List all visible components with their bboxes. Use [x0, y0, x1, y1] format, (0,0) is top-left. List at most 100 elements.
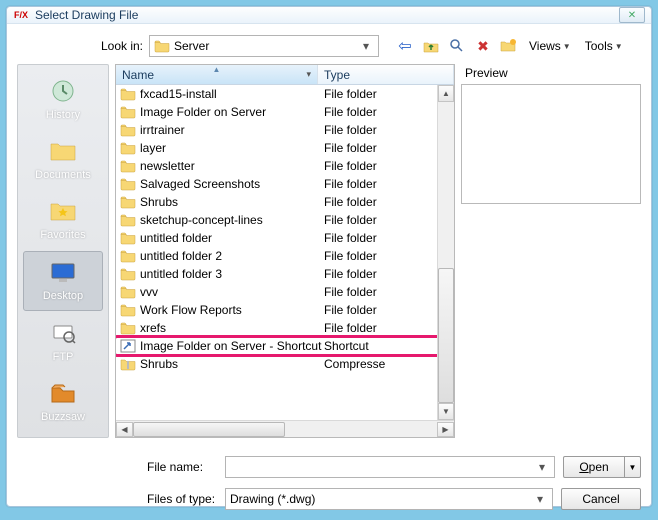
scroll-right-icon[interactable]: ▶ — [437, 422, 454, 437]
folder-icon — [154, 39, 170, 53]
list-item[interactable]: Salvaged ScreenshotsFile folder — [116, 175, 454, 193]
folder-icon — [120, 249, 136, 263]
titlebar[interactable]: F/X Select Drawing File ✕ — [7, 7, 651, 24]
chevron-down-icon: ▾ — [306, 69, 311, 80]
chevron-down-icon: ▾ — [358, 39, 374, 53]
dialog-window: F/X Select Drawing File ✕ Look in: Serve… — [6, 6, 652, 507]
search-icon[interactable] — [447, 36, 467, 56]
column-header-name[interactable]: Name ▲ ▾ — [116, 65, 318, 84]
folder-icon — [120, 141, 136, 155]
folder-icon — [120, 123, 136, 137]
scrollbar-thumb[interactable] — [438, 268, 454, 403]
lookin-label: Look in: — [87, 39, 143, 53]
ftp-icon — [47, 317, 79, 349]
file-list[interactable]: Name ▲ ▾ Type fxcad15-installFile folder… — [115, 64, 455, 438]
scroll-down-icon[interactable]: ▼ — [438, 403, 454, 420]
folder-icon — [120, 105, 136, 119]
open-dropdown[interactable]: ▼ — [625, 456, 641, 478]
filetype-combo[interactable]: Drawing (*.dwg) ▾ — [225, 488, 553, 510]
file-name: untitled folder 3 — [140, 267, 322, 281]
folder-icon — [120, 303, 136, 317]
close-icon[interactable]: ✕ — [619, 7, 645, 23]
horizontal-scrollbar[interactable]: ◀ ▶ — [116, 420, 454, 437]
list-item[interactable]: ShrubsCompresse — [116, 355, 454, 373]
sidebar-item-documents[interactable]: Documents — [23, 131, 103, 189]
chevron-down-icon: ▾ — [532, 492, 548, 506]
sidebar-item-buzzsaw[interactable]: Buzzsaw — [23, 373, 103, 431]
delete-icon[interactable]: ✖ — [473, 36, 493, 56]
list-item[interactable]: Work Flow ReportsFile folder — [116, 301, 454, 319]
places-sidebar: History Documents Favorites Desktop FTP — [17, 64, 109, 438]
list-item[interactable]: Image Folder on Server - ShortcutShortcu… — [116, 337, 454, 355]
list-item[interactable]: irrtrainerFile folder — [116, 121, 454, 139]
list-item[interactable]: layerFile folder — [116, 139, 454, 157]
list-item[interactable]: xrefsFile folder — [116, 319, 454, 337]
scroll-up-icon[interactable]: ▲ — [438, 85, 454, 102]
file-name: vvv — [140, 285, 322, 299]
list-item[interactable]: ShrubsFile folder — [116, 193, 454, 211]
vertical-scrollbar[interactable]: ▲ ▼ — [437, 85, 454, 420]
column-header-type[interactable]: Type — [318, 65, 454, 84]
list-item[interactable]: Image Folder on ServerFile folder — [116, 103, 454, 121]
list-item[interactable]: untitled folderFile folder — [116, 229, 454, 247]
shortcut-icon — [120, 339, 136, 353]
file-name: sketchup-concept-lines — [140, 213, 322, 227]
file-type: File folder — [322, 105, 377, 119]
sidebar-item-favorites[interactable]: Favorites — [23, 191, 103, 249]
tools-menu[interactable]: Tools▼ — [581, 37, 627, 55]
open-button[interactable]: Open — [563, 456, 625, 478]
back-icon[interactable]: ⇦ — [395, 36, 415, 56]
list-item[interactable]: vvvFile folder — [116, 283, 454, 301]
file-type: File folder — [322, 177, 377, 191]
file-type: File folder — [322, 231, 377, 245]
list-item[interactable]: fxcad15-installFile folder — [116, 85, 454, 103]
scrollbar-thumb[interactable] — [133, 422, 285, 437]
history-icon — [47, 75, 79, 107]
views-menu[interactable]: Views▼ — [525, 37, 575, 55]
folder-icon — [120, 177, 136, 191]
folder-icon — [120, 159, 136, 173]
list-item[interactable]: untitled folder 3File folder — [116, 265, 454, 283]
up-icon[interactable] — [421, 36, 441, 56]
list-item[interactable]: sketchup-concept-linesFile folder — [116, 211, 454, 229]
filename-label: File name: — [17, 460, 217, 474]
chevron-down-icon: ▾ — [534, 460, 550, 474]
file-type: File folder — [322, 267, 377, 281]
file-type: File folder — [322, 195, 377, 209]
file-name: layer — [140, 141, 322, 155]
newfolder-icon[interactable] — [499, 36, 519, 56]
favorites-icon — [47, 195, 79, 227]
file-type: File folder — [322, 123, 377, 137]
scroll-left-icon[interactable]: ◀ — [116, 422, 133, 437]
preview-label: Preview — [461, 64, 641, 84]
file-name: untitled folder 2 — [140, 249, 322, 263]
zip-icon — [120, 357, 136, 371]
file-type: File folder — [322, 213, 377, 227]
file-name: Shrubs — [140, 357, 322, 371]
file-name: Shrubs — [140, 195, 322, 209]
file-type: Shortcut — [322, 339, 369, 353]
sidebar-item-desktop[interactable]: Desktop — [23, 251, 103, 311]
file-type: Compresse — [322, 357, 385, 371]
sidebar-item-history[interactable]: History — [23, 71, 103, 129]
cancel-button[interactable]: Cancel — [561, 488, 641, 510]
file-name: Work Flow Reports — [140, 303, 322, 317]
lookin-combo[interactable]: Server ▾ — [149, 35, 379, 57]
filetype-label: Files of type: — [17, 492, 217, 506]
sidebar-item-ftp[interactable]: FTP — [23, 313, 103, 371]
file-type: File folder — [322, 321, 377, 335]
file-type: File folder — [322, 285, 377, 299]
file-type: File folder — [322, 249, 377, 263]
file-type: File folder — [322, 87, 377, 101]
folder-icon — [120, 213, 136, 227]
chevron-down-icon: ▼ — [563, 42, 571, 51]
file-name: Image Folder on Server — [140, 105, 322, 119]
list-item[interactable]: untitled folder 2File folder — [116, 247, 454, 265]
list-item[interactable]: newsletterFile folder — [116, 157, 454, 175]
preview-pane: Preview — [461, 64, 641, 438]
file-name: irrtrainer — [140, 123, 322, 137]
desktop-icon — [47, 256, 79, 288]
file-name: xrefs — [140, 321, 322, 335]
filename-input[interactable]: ▾ — [225, 456, 555, 478]
file-name: fxcad15-install — [140, 87, 322, 101]
